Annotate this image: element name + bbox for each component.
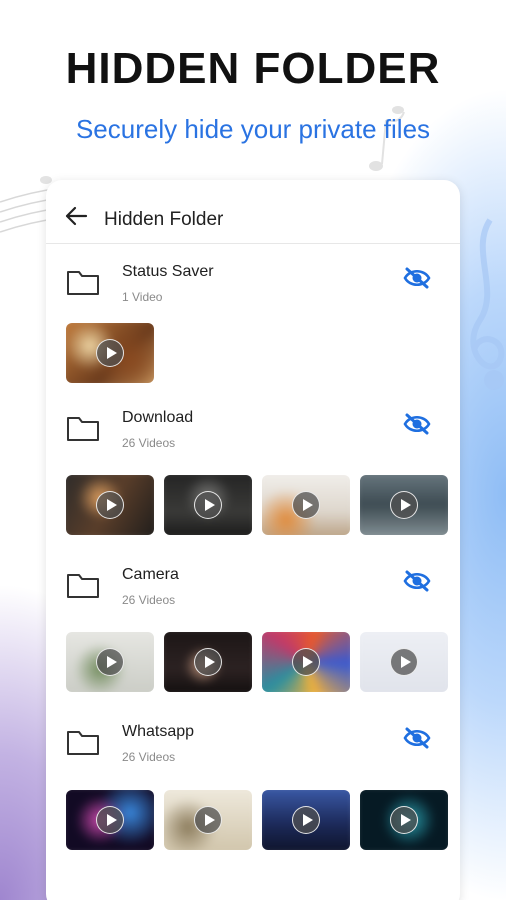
play-icon[interactable] xyxy=(194,806,222,834)
play-icon[interactable] xyxy=(292,648,320,676)
header-title: Hidden Folder xyxy=(104,209,224,230)
play-icon[interactable] xyxy=(96,806,124,834)
folder-name: Camera xyxy=(122,566,179,583)
video-thumbnail[interactable] xyxy=(262,632,350,692)
play-icon[interactable] xyxy=(390,806,418,834)
folder-name: Download xyxy=(122,409,194,426)
play-icon[interactable] xyxy=(292,491,320,519)
folder-count: 26 Videos xyxy=(122,750,176,764)
video-thumbnail[interactable] xyxy=(164,632,252,692)
folder-row-camera[interactable]: Camera 26 Videos xyxy=(46,563,460,613)
video-thumbnail[interactable] xyxy=(66,790,154,850)
play-icon[interactable] xyxy=(390,491,418,519)
video-thumbnails xyxy=(66,632,452,692)
folder-count: 1 Video xyxy=(122,290,163,304)
treble-clef-decoration xyxy=(470,218,505,390)
folder-row-status-saver[interactable]: Status Saver 1 Video xyxy=(46,260,460,310)
eye-off-icon[interactable] xyxy=(402,412,432,436)
folder-count: 26 Videos xyxy=(122,593,176,607)
video-thumbnail[interactable] xyxy=(164,790,252,850)
promo-title: HIDDEN FOLDER xyxy=(65,44,441,93)
play-icon[interactable] xyxy=(390,648,418,676)
folder-icon xyxy=(67,417,99,441)
eye-off-icon[interactable] xyxy=(402,266,432,290)
folder-icon xyxy=(67,731,99,755)
folder-icon xyxy=(67,574,99,598)
video-thumbnail[interactable] xyxy=(164,475,252,535)
arrow-left-icon[interactable] xyxy=(64,206,88,226)
video-thumbnail[interactable] xyxy=(360,632,448,692)
folder-row-whatsapp[interactable]: Whatsapp 26 Videos xyxy=(46,720,460,770)
play-icon[interactable] xyxy=(194,491,222,519)
folder-name: Status Saver xyxy=(122,263,214,280)
play-icon[interactable] xyxy=(194,648,222,676)
play-icon[interactable] xyxy=(292,806,320,834)
video-thumbnail[interactable] xyxy=(66,323,154,383)
folder-count: 26 Videos xyxy=(122,436,176,450)
video-thumbnail[interactable] xyxy=(262,475,350,535)
play-icon[interactable] xyxy=(96,648,124,676)
video-thumbnails xyxy=(66,790,452,850)
video-thumbnail[interactable] xyxy=(360,790,448,850)
eye-off-icon[interactable] xyxy=(402,726,432,750)
folder-row-download[interactable]: Download 26 Videos xyxy=(46,406,460,456)
folder-name: Whatsapp xyxy=(122,723,195,740)
video-thumbnails xyxy=(66,475,452,535)
play-icon[interactable] xyxy=(96,491,124,519)
app-header: Hidden Folder xyxy=(46,180,460,244)
video-thumbnail[interactable] xyxy=(360,475,448,535)
video-thumbnail[interactable] xyxy=(262,790,350,850)
play-icon[interactable] xyxy=(96,339,124,367)
video-thumbnail[interactable] xyxy=(66,632,154,692)
video-thumbnails xyxy=(66,323,452,383)
eye-off-icon[interactable] xyxy=(402,569,432,593)
hidden-folder-screen: Hidden Folder Status Saver 1 Video Downl… xyxy=(46,180,460,900)
promo-subtitle: Securely hide your private files xyxy=(75,114,431,144)
video-thumbnail[interactable] xyxy=(66,475,154,535)
folder-icon xyxy=(67,271,99,295)
